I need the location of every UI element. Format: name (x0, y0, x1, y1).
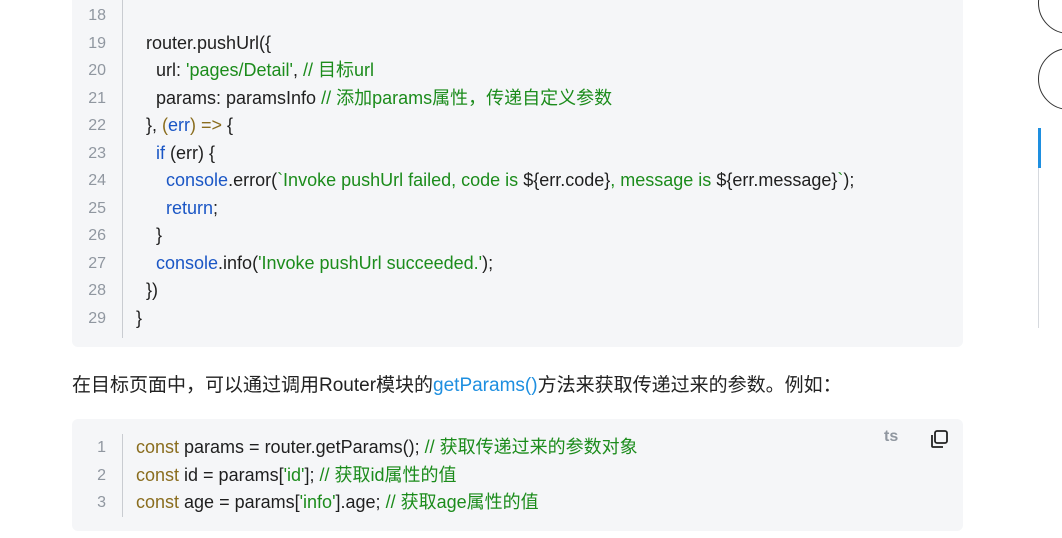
code-text: if (err) { (136, 140, 215, 167)
line-number: 27 (88, 254, 106, 272)
code-token: params = router.getParams(); (179, 437, 425, 457)
code-token: 'Invoke pushUrl succeeded.' (258, 252, 483, 273)
code-text: }, (err) => { (136, 112, 233, 139)
code-line: 2 const id = params['id']; // 获取id属性的值 (72, 462, 963, 489)
paragraph-text-after: 方法来获取传递过来的参数。例如： (537, 375, 842, 396)
code-text: url: 'pages/Detail', // 目标url (136, 57, 374, 84)
code-token: age = params[ (179, 492, 300, 512)
code-line: 21 params: paramsInfo // 添加params属性，传递自定… (72, 85, 963, 112)
code-text: router.pushUrl({ (136, 30, 271, 57)
code-token: .info( (218, 252, 259, 273)
code-text: const id = params['id']; // 获取id属性的值 (136, 462, 457, 489)
code-token: ) => (190, 115, 228, 135)
code-token: router.pushUrl({ (136, 32, 272, 53)
code-token: (err) { (165, 142, 216, 163)
line-number: 22 (88, 117, 106, 134)
code-token: // 获取传递过来的参数对象 (424, 437, 638, 457)
code-line: 27 console.info('Invoke pushUrl succeede… (72, 250, 963, 277)
line-number: 28 (88, 282, 106, 299)
code-token: if (136, 142, 166, 163)
code-token: 'info' (299, 492, 336, 512)
code-text: return; (136, 195, 218, 222)
code-line: 22 }, (err) => { (72, 112, 963, 139)
code-token: // 获取age属性的值 (385, 492, 539, 512)
code-text: console.info('Invoke pushUrl succeeded.'… (136, 250, 493, 277)
line-number: 18 (88, 7, 106, 24)
code-token: ); (482, 252, 494, 273)
code-text: } (136, 305, 142, 332)
code-text: } (136, 222, 162, 249)
code-token: const (136, 492, 180, 512)
language-tag: ts (884, 428, 899, 445)
toc-active-indicator (1038, 128, 1041, 168)
code-block-getparams: 1 const params = router.getParams(); // 获… (72, 419, 963, 531)
toc-track (1038, 168, 1039, 328)
code-line: 25 return; (72, 195, 963, 222)
copy-code-button[interactable] (928, 428, 950, 450)
code-token: ; (213, 197, 219, 218)
code-token: const (136, 437, 180, 457)
code-token: `Invoke pushUrl failed, code is (277, 170, 524, 190)
side-circle-button[interactable] (1038, 0, 1062, 34)
code-token: }, (136, 115, 163, 135)
code-token: params: paramsInfo (136, 87, 322, 108)
line-number: 25 (88, 199, 106, 217)
code-token: id = params[ (179, 464, 284, 485)
code-line: 28 }) (72, 277, 963, 304)
code-token: , message is (610, 170, 717, 190)
line-number: 29 (88, 309, 106, 327)
code-token: .error( (228, 170, 278, 190)
line-number: 19 (88, 34, 106, 52)
code-line: 23 if (err) { (72, 140, 963, 167)
copy-icon (931, 430, 948, 448)
code-token: ${err.code} (523, 170, 611, 190)
code-token: const (136, 464, 180, 485)
line-number: 24 (88, 172, 106, 189)
code-token: // 获取id属性的值 (319, 464, 457, 485)
code-token: return (136, 197, 214, 218)
code-line: 19 router.pushUrl({ (72, 30, 963, 57)
line-number: 2 (97, 466, 106, 484)
code-token: 'pages/Detail' (186, 60, 293, 80)
line-number: 1 (97, 439, 106, 456)
line-number: 21 (88, 89, 106, 107)
paragraph-text-before: 在目标页面中，可以通过调用Router模块的 (72, 375, 434, 396)
line-number: 3 (97, 494, 106, 511)
code-text: const params = router.getParams(); // 获取… (136, 434, 638, 461)
code-text: const age = params['info'].age; // 获取age… (136, 489, 539, 516)
code-line: 29} (72, 305, 963, 332)
code-token: }) (136, 280, 159, 300)
code-line: 24 console.error(`Invoke pushUrl failed,… (72, 167, 963, 194)
getparams-link[interactable]: getParams() (433, 375, 538, 396)
code-token: err (168, 115, 191, 135)
description-paragraph: 在目标页面中，可以通过调用Router模块的getParams()方法来获取传递… (72, 370, 842, 397)
code-token: ${err.message} (716, 170, 838, 190)
code-line: 3 const age = params['info'].age; // 获取ag… (72, 489, 963, 516)
code-text: console.error(`Invoke pushUrl failed, co… (136, 167, 854, 194)
line-number: 23 (88, 144, 106, 162)
code-block-router-pushurl: 18 19 router.pushUrl({20 url: 'pages/Deta… (72, 0, 963, 347)
code-text: params: paramsInfo // 添加params属性，传递自定义参数 (136, 85, 612, 112)
line-number: 20 (88, 62, 106, 79)
code-token: , (292, 60, 303, 80)
code-token: } (136, 225, 163, 245)
code-token: ].age; (335, 492, 386, 512)
code-line: 1 const params = router.getParams(); // 获… (72, 434, 963, 461)
code-line: 20 url: 'pages/Detail', // 目标url (72, 57, 963, 84)
code-token: 'id' (283, 464, 305, 485)
code-token: // 目标url (302, 60, 374, 80)
code-line: 18 (72, 2, 963, 29)
code-token: } (136, 307, 143, 328)
line-number: 26 (88, 227, 106, 244)
code-token: { (227, 115, 234, 135)
code-token: ]; (304, 464, 320, 485)
code-line: 26 } (72, 222, 963, 249)
code-token: console (136, 252, 219, 273)
code-token: url: (136, 60, 187, 80)
code-token: ); (843, 170, 855, 190)
code-text: }) (136, 277, 158, 304)
side-circle-button[interactable] (1038, 48, 1062, 110)
code-token: // 添加params属性，传递自定义参数 (321, 87, 613, 108)
code-token: console (136, 170, 229, 190)
